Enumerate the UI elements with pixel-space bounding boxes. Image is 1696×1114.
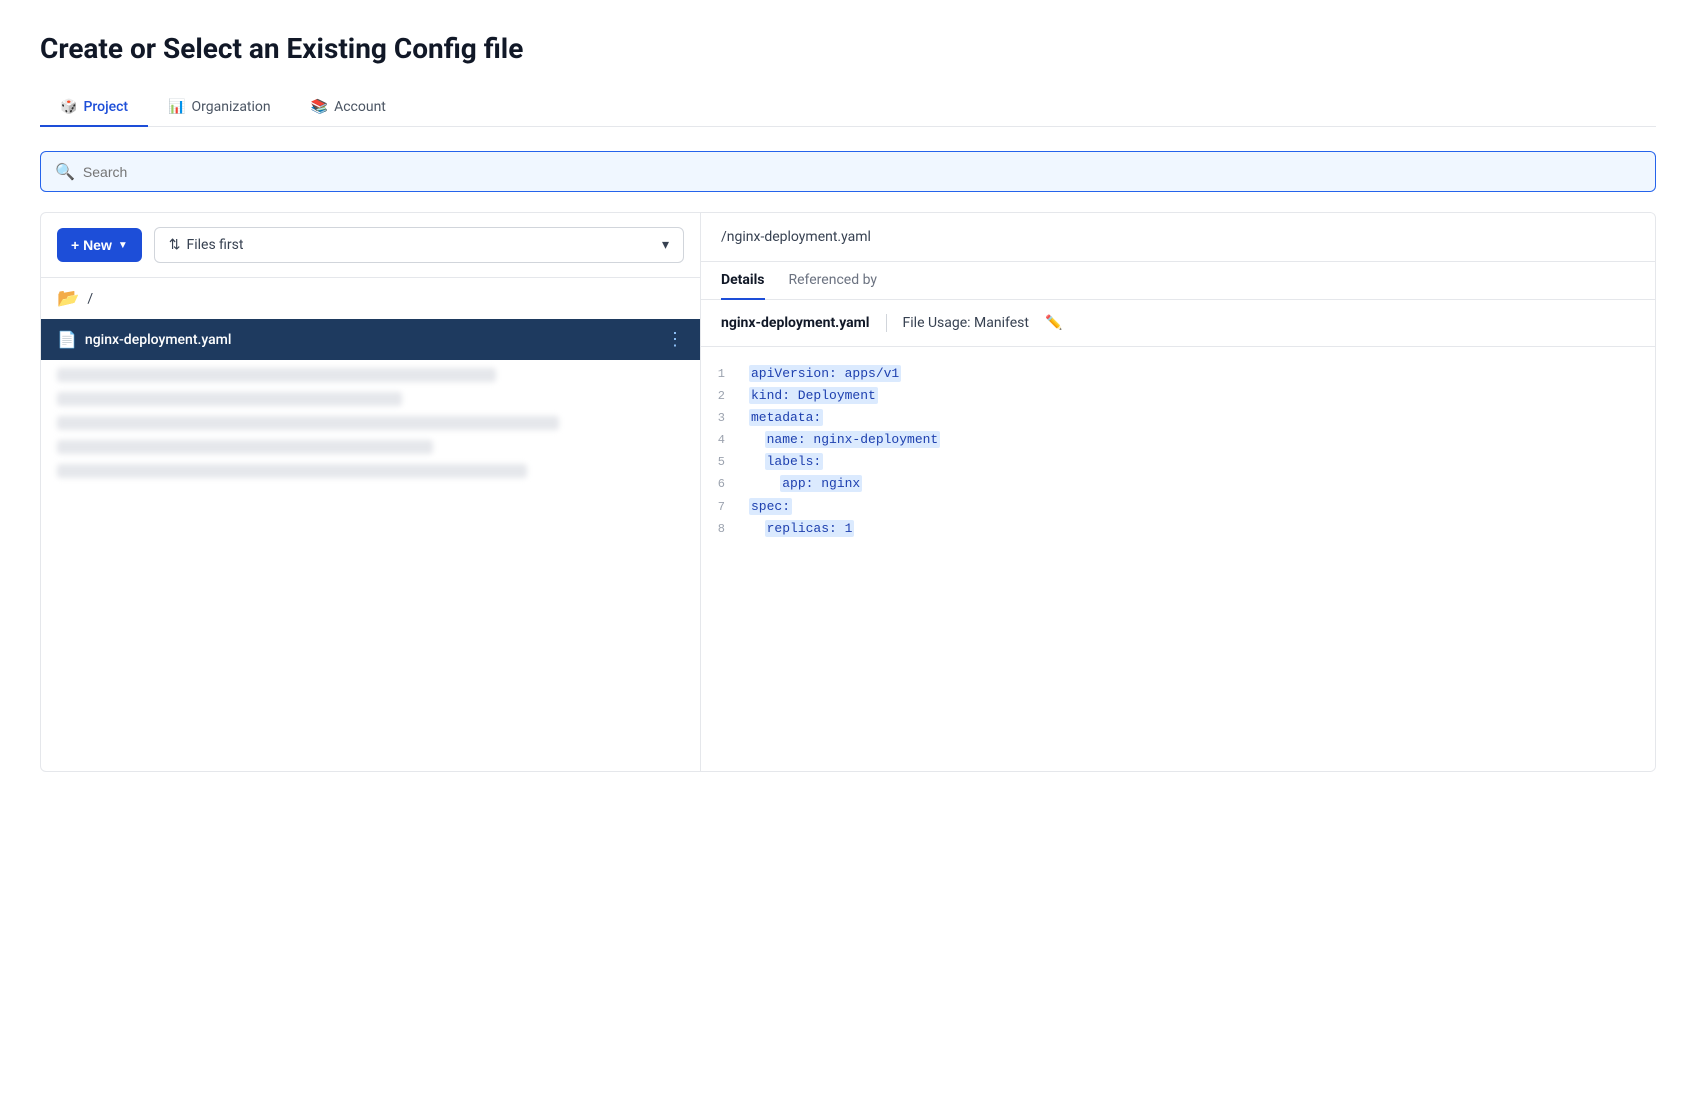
detail-path: /nginx-deployment.yaml — [701, 213, 1655, 262]
code-text: labels: — [749, 451, 823, 473]
tab-account-label: Account — [334, 99, 386, 115]
folder-name: / — [87, 291, 93, 307]
tab-project[interactable]: 🎲 Project — [40, 89, 148, 127]
sort-dropdown[interactable]: ⇅ Files first ▾ — [154, 227, 684, 263]
code-text: apiVersion: apps/v1 — [749, 363, 901, 385]
detail-panel: /nginx-deployment.yaml Details Reference… — [701, 213, 1655, 771]
content-area: + New ▼ ⇅ Files first ▾ 📂 / 📄 nginx-depl… — [40, 212, 1656, 772]
file-usage-label: File Usage: Manifest — [903, 315, 1029, 331]
line-number: 2 — [701, 386, 749, 406]
sort-chevron-icon: ▾ — [662, 237, 669, 253]
code-line-6: 6 app: nginx — [701, 473, 1655, 495]
code-text: metadata: — [749, 407, 823, 429]
account-icon: 📚 — [311, 99, 328, 115]
new-button-label: + New — [71, 237, 112, 253]
line-number: 6 — [701, 474, 749, 494]
file-row[interactable]: 📄 nginx-deployment.yaml ⋮ — [41, 319, 700, 360]
file-usage-row: nginx-deployment.yaml File Usage: Manife… — [701, 300, 1655, 347]
search-icon: 🔍 — [55, 162, 75, 181]
edit-icon[interactable]: ✏️ — [1045, 315, 1062, 331]
code-line-2: 2 kind: Deployment — [701, 385, 1655, 407]
project-icon: 🎲 — [60, 99, 77, 115]
blurred-item — [57, 440, 433, 454]
sort-arrows-icon: ⇅ — [169, 237, 181, 253]
file-name: nginx-deployment.yaml — [85, 332, 658, 348]
sort-label: Files first — [187, 237, 244, 253]
tab-project-label: Project — [83, 99, 128, 115]
blurred-file-list — [41, 360, 700, 486]
detail-tabs: Details Referenced by — [701, 262, 1655, 300]
search-bar: 🔍 — [40, 151, 1656, 192]
code-line-1: 1 apiVersion: apps/v1 — [701, 363, 1655, 385]
file-panel: + New ▼ ⇅ Files first ▾ 📂 / 📄 nginx-depl… — [41, 213, 701, 771]
search-input[interactable] — [83, 164, 1641, 180]
new-button[interactable]: + New ▼ — [57, 228, 142, 262]
line-number: 4 — [701, 430, 749, 450]
tab-account[interactable]: 📚 Account — [291, 89, 406, 127]
code-line-4: 4 name: nginx-deployment — [701, 429, 1655, 451]
code-text: app: nginx — [749, 473, 862, 495]
detail-tab-details[interactable]: Details — [721, 262, 765, 300]
vertical-divider — [886, 314, 887, 332]
file-options-icon[interactable]: ⋮ — [666, 329, 684, 350]
main-tabs: 🎲 Project 📊 Organization 📚 Account — [40, 89, 1656, 127]
file-usage-filename: nginx-deployment.yaml — [721, 315, 870, 331]
tab-organization[interactable]: 📊 Organization — [148, 89, 291, 127]
blurred-item — [57, 416, 559, 430]
detail-tab-referenced-by[interactable]: Referenced by — [789, 262, 877, 300]
code-block: 1 apiVersion: apps/v1 2 kind: Deployment… — [701, 347, 1655, 556]
tab-organization-label: Organization — [192, 99, 271, 115]
code-text: spec: — [749, 496, 792, 518]
blurred-item — [57, 392, 402, 406]
line-number: 1 — [701, 364, 749, 384]
code-text: kind: Deployment — [749, 385, 878, 407]
code-text: replicas: 1 — [749, 518, 854, 540]
code-line-5: 5 labels: — [701, 451, 1655, 473]
page-title: Create or Select an Existing Config file — [40, 32, 1656, 65]
code-line-3: 3 metadata: — [701, 407, 1655, 429]
file-panel-header: + New ▼ ⇅ Files first ▾ — [41, 213, 700, 278]
file-icon: 📄 — [57, 330, 77, 349]
organization-icon: 📊 — [168, 99, 185, 115]
chevron-down-icon: ▼ — [118, 240, 128, 251]
line-number: 7 — [701, 497, 749, 517]
folder-icon: 📂 — [57, 288, 79, 309]
blurred-item — [57, 464, 527, 478]
line-number: 5 — [701, 452, 749, 472]
line-number: 3 — [701, 408, 749, 428]
code-text: name: nginx-deployment — [749, 429, 940, 451]
blurred-item — [57, 368, 496, 382]
code-line-8: 8 replicas: 1 — [701, 518, 1655, 540]
folder-row[interactable]: 📂 / — [41, 278, 700, 319]
line-number: 8 — [701, 519, 749, 539]
code-line-7: 7 spec: — [701, 496, 1655, 518]
